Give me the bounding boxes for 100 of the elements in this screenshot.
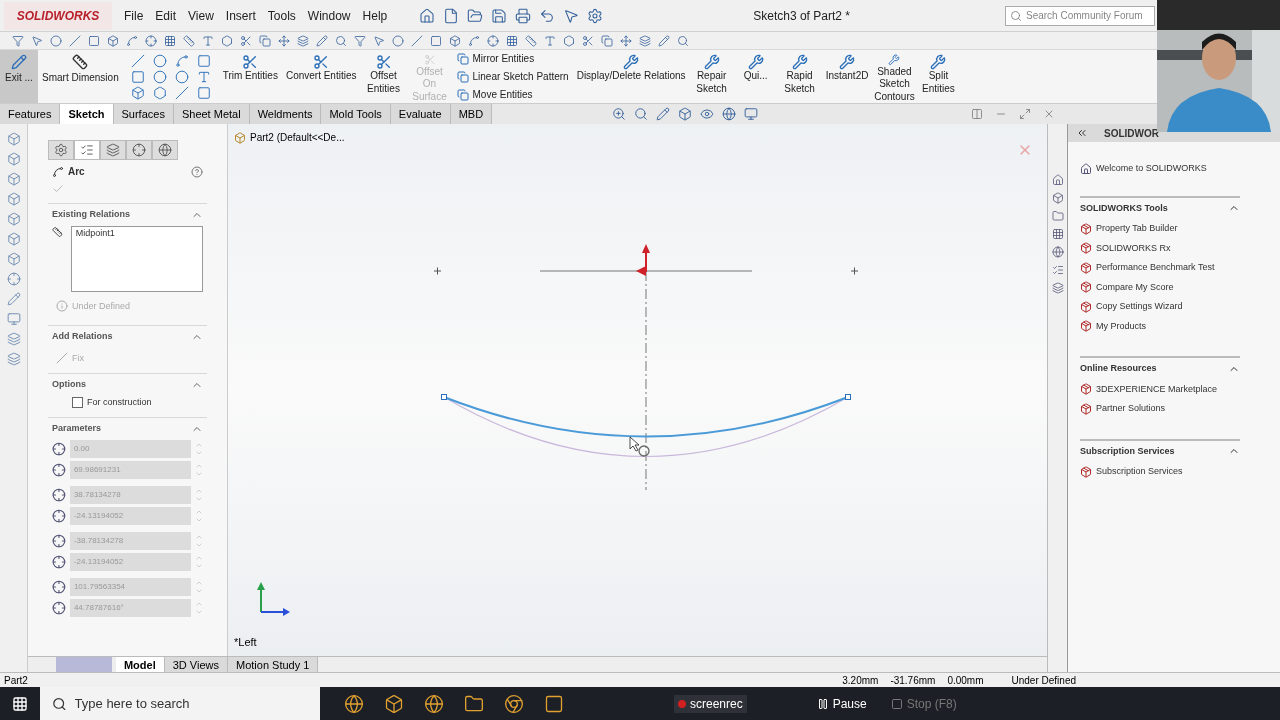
task-pane-link[interactable]: Performance Benchmark Test	[1096, 261, 1215, 275]
crosshair-icon[interactable]	[132, 143, 146, 157]
menu-item[interactable]: Window	[307, 6, 351, 25]
task-pane-link[interactable]: Partner Solutions	[1096, 402, 1166, 416]
sketch-tool-icon[interactable]	[196, 70, 211, 84]
scissors-icon[interactable]	[240, 34, 252, 47]
copy-icon[interactable]	[259, 34, 271, 47]
open-folder-icon[interactable]	[467, 7, 484, 24]
scissors-icon[interactable]	[582, 34, 594, 47]
checkbox[interactable]	[72, 396, 83, 408]
section-header[interactable]: Existing Relations	[52, 208, 131, 222]
group-header[interactable]: Subscription Services	[1080, 444, 1175, 458]
tab[interactable]: Model	[115, 657, 165, 672]
layers-icon[interactable]	[1051, 282, 1064, 294]
ruler-icon[interactable]	[183, 34, 195, 47]
ribbon-button[interactable]: Instant2D	[821, 50, 873, 103]
ribbon-button[interactable]: Rapid Sketch	[777, 50, 822, 103]
taskbar-search-field[interactable]: Type here to search	[74, 693, 308, 714]
move-icon[interactable]	[278, 34, 290, 47]
ribbon-button[interactable]: Display/Delete Relations	[572, 50, 690, 103]
menu-item[interactable]: Edit	[155, 6, 177, 25]
tab[interactable]: Surfaces	[113, 104, 174, 124]
search-icon[interactable]	[335, 34, 347, 47]
recorder-badge[interactable]: screenrec	[674, 694, 747, 713]
search-icon[interactable]	[1010, 9, 1022, 22]
ruler-icon[interactable]	[525, 34, 537, 47]
crosshair-icon[interactable]	[145, 34, 157, 47]
box-icon[interactable]	[449, 34, 461, 47]
sketch-tool-icon[interactable]	[152, 54, 167, 68]
gear-icon[interactable]	[54, 143, 68, 157]
ribbon-button[interactable]: Split Entities	[916, 50, 961, 103]
sketch-tool-icon[interactable]	[152, 86, 167, 100]
polygon-icon[interactable]	[563, 34, 575, 47]
search-icon[interactable]	[634, 107, 649, 121]
settings-icon[interactable]	[587, 7, 604, 24]
menu-item[interactable]: Insert	[225, 6, 256, 25]
zoom-icon[interactable]	[612, 107, 627, 121]
home-icon[interactable]	[419, 7, 436, 24]
layers-icon[interactable]	[106, 143, 120, 157]
maximize-icon[interactable]	[1019, 108, 1031, 120]
grid-icon[interactable]	[506, 34, 518, 47]
panel-icon[interactable]	[971, 108, 983, 120]
smart-dimension-button[interactable]: Smart Dimension	[38, 50, 123, 103]
spline-icon[interactable]	[126, 34, 138, 47]
ribbon-button[interactable]: Convert Entities	[281, 50, 361, 103]
home-icon[interactable]	[1051, 174, 1064, 186]
sketch-tool-icon[interactable]	[152, 70, 167, 84]
task-pane-link[interactable]: 3DEXPERIENCE Marketplace	[1096, 382, 1218, 396]
new-file-icon[interactable]	[443, 7, 460, 24]
section-header[interactable]: Add Relations	[52, 330, 113, 344]
tab[interactable]: Features	[0, 104, 61, 124]
ribbon-button[interactable]: Repair Sketch	[689, 50, 734, 103]
copy-icon[interactable]	[601, 34, 613, 47]
tab[interactable]: Evaluate	[390, 104, 451, 124]
task-pane-link[interactable]: Compare My Score	[1096, 280, 1174, 294]
tab[interactable]: 3D Views	[164, 657, 228, 672]
polygon-icon[interactable]	[221, 34, 233, 47]
ribbon-button[interactable]: Trim Entities	[218, 50, 282, 103]
spline-icon[interactable]	[468, 34, 480, 47]
menu-item[interactable]: File	[124, 6, 144, 25]
sketch-tool-icon[interactable]	[196, 86, 211, 100]
list-icon[interactable]	[80, 143, 94, 157]
tab[interactable]: MBD	[450, 104, 493, 124]
menu-item[interactable]: Tools	[267, 6, 296, 25]
layers-icon[interactable]	[297, 34, 309, 47]
task-pane-link[interactable]: My Products	[1096, 319, 1146, 333]
sketch-tool-icon[interactable]	[174, 54, 189, 68]
line-icon[interactable]	[69, 34, 81, 47]
task-pane-link[interactable]: SOLIDWORKS Rx	[1096, 241, 1171, 255]
start-icon[interactable]	[12, 695, 28, 712]
tab[interactable]: Mold Tools	[321, 104, 391, 124]
pencil-icon[interactable]	[658, 34, 670, 47]
menu-item[interactable]: View	[188, 6, 214, 25]
filter-icon[interactable]	[12, 34, 24, 47]
ribbon-button[interactable]: Mirror Entities	[456, 51, 569, 66]
tab[interactable]: Motion Study 1	[228, 657, 319, 672]
layers-icon[interactable]	[639, 34, 651, 47]
line-icon[interactable]	[411, 34, 423, 47]
search-field[interactable]: Search Community Forum	[1005, 5, 1155, 26]
tab[interactable]: Sheet Metal	[173, 104, 250, 124]
folder-icon[interactable]	[464, 693, 484, 714]
pointer-icon[interactable]	[373, 34, 385, 47]
sketch-tool-icon[interactable]	[130, 70, 145, 84]
section-header[interactable]: Options	[52, 378, 86, 392]
help-icon[interactable]	[191, 165, 203, 178]
eye-icon[interactable]	[700, 107, 715, 121]
ribbon-button[interactable]: Shaded Sketch Contours	[872, 50, 917, 103]
rectangle-icon[interactable]	[88, 34, 100, 47]
text-icon[interactable]	[202, 34, 214, 47]
sketch-tool-icon[interactable]	[130, 54, 145, 68]
section-header[interactable]: Parameters	[52, 422, 102, 436]
exit-sketch-button[interactable]: Exit ...	[0, 50, 38, 103]
group-header[interactable]: Online Resources	[1080, 362, 1157, 376]
monitor-icon[interactable]	[744, 107, 759, 121]
relations-list[interactable]: Midpoint1	[70, 225, 203, 292]
crosshair-icon[interactable]	[487, 34, 499, 47]
task-pane-link[interactable]: Property Tab Builder	[1096, 222, 1178, 236]
pointer-icon[interactable]	[563, 7, 580, 24]
ribbon-button[interactable]: Move Entities	[456, 87, 569, 102]
pencil-icon[interactable]	[316, 34, 328, 47]
